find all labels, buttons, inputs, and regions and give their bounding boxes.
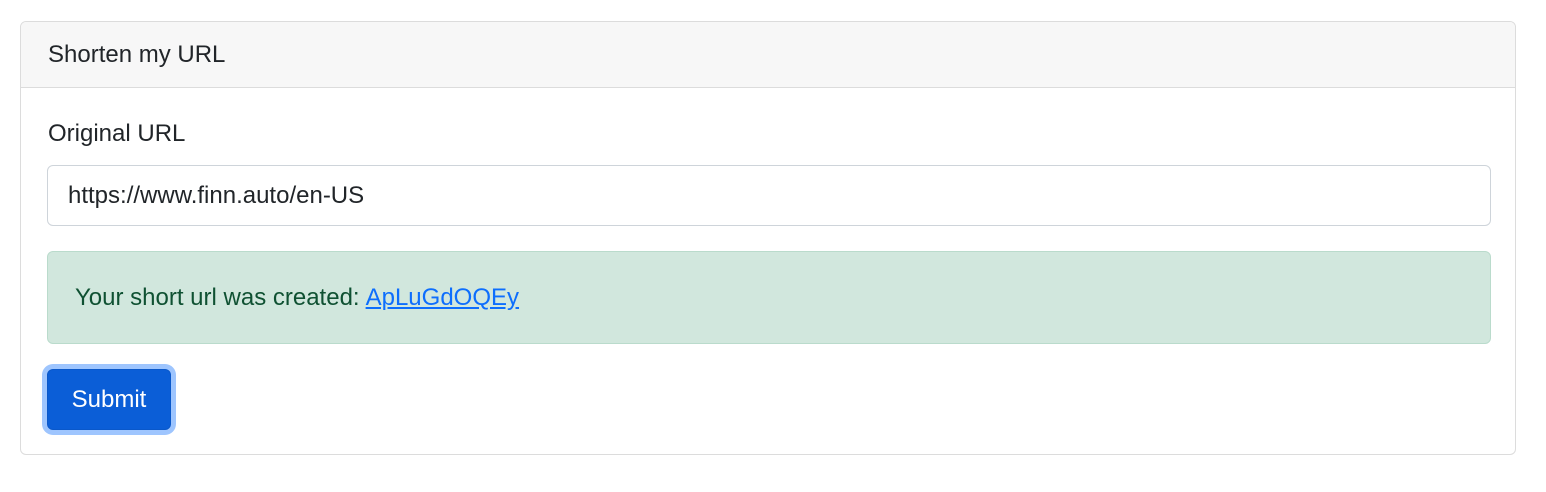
shorten-url-card: Shorten my URL Original URL Your short u… [20, 21, 1516, 455]
original-url-input[interactable] [47, 165, 1491, 226]
success-alert: Your short url was created: ApLuGdOQEy [47, 251, 1491, 344]
card-title: Shorten my URL [48, 40, 226, 68]
card-header: Shorten my URL [21, 22, 1515, 88]
short-url-link[interactable]: ApLuGdOQEy [366, 284, 519, 312]
alert-message: Your short url was created: [75, 283, 360, 311]
original-url-label: Original URL [48, 120, 186, 147]
submit-button[interactable]: Submit [47, 369, 171, 430]
